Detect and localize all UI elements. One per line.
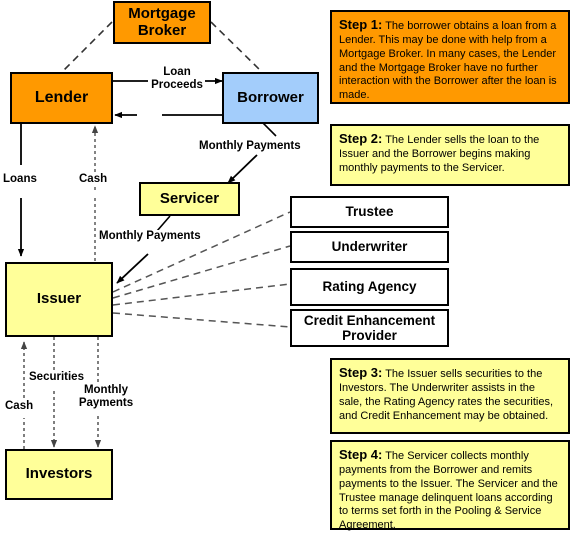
node-trustee[interactable]: Trustee bbox=[290, 196, 449, 228]
connector-issuer-rating-agency bbox=[112, 283, 291, 306]
edge-label-monthly-payments-investors-line2: Payments bbox=[78, 396, 134, 409]
callout-step-3-label: Step 3: bbox=[339, 365, 383, 380]
connector-issuer-credit-enhancement bbox=[112, 312, 291, 328]
callout-step-1-body: The borrower obtains a loan from a Lende… bbox=[339, 20, 557, 102]
callout-step-2: Step 2: The Lender sells the loan to the… bbox=[330, 124, 570, 186]
callout-step-4: Step 4: The Servicer collects monthly pa… bbox=[330, 440, 570, 532]
node-mortgage-broker[interactable]: Mortgage Broker bbox=[113, 1, 211, 44]
callout-step-4-body: The Servicer collects monthly payments f… bbox=[339, 450, 558, 532]
node-lender-label: Lender bbox=[34, 89, 89, 107]
edge-label-cash-investors-line1: Cash bbox=[5, 400, 34, 412]
edge-label-cash-investors: Cash bbox=[5, 400, 34, 413]
edge-label-loan-proceeds-line2: Proceeds bbox=[151, 78, 203, 91]
node-servicer-label: Servicer bbox=[159, 189, 220, 207]
edge-label-securities-line1: Securities bbox=[29, 371, 84, 383]
callout-step-1-label: Step 1: bbox=[339, 17, 383, 32]
node-rating-agency[interactable]: Rating Agency bbox=[290, 268, 449, 306]
edge-label-monthly-payments-borrower: Monthly Payments bbox=[199, 140, 301, 153]
securitization-diagram: Mortgage Broker Lender Borrower Servicer… bbox=[0, 0, 577, 531]
connector-servicer-issuer bbox=[116, 215, 171, 284]
connector-broker-borrower bbox=[210, 21, 263, 73]
callout-step-2-label: Step 2: bbox=[339, 131, 383, 146]
node-investors[interactable]: Investors bbox=[5, 449, 113, 500]
connector-issuer-trustee bbox=[112, 211, 291, 293]
edge-label-cash-lender: Cash bbox=[79, 173, 108, 186]
edge-label-loans-line1: Loans bbox=[3, 173, 37, 185]
edge-label-loan-proceeds: Loan Proceeds bbox=[150, 66, 204, 92]
node-trustee-label: Trustee bbox=[345, 204, 394, 220]
connector-issuer-underwriter bbox=[112, 245, 291, 299]
callout-step-4-label: Step 4: bbox=[339, 447, 383, 462]
node-underwriter-label: Underwriter bbox=[331, 239, 408, 255]
node-credit-enhancement-provider-label: Credit Enhancement Provider bbox=[303, 312, 436, 343]
node-issuer-label: Issuer bbox=[36, 290, 82, 308]
edge-label-securities: Securities bbox=[29, 371, 84, 384]
node-credit-enhancement-provider[interactable]: Credit Enhancement Provider bbox=[290, 309, 449, 347]
node-borrower-label: Borrower bbox=[237, 88, 304, 106]
node-issuer[interactable]: Issuer bbox=[5, 262, 113, 337]
node-borrower[interactable]: Borrower bbox=[222, 72, 319, 124]
edge-label-monthly-payments-borrower-line1: Monthly Payments bbox=[199, 140, 301, 152]
node-lender[interactable]: Lender bbox=[10, 72, 113, 124]
edge-label-monthly-payments-servicer-line1: Monthly Payments bbox=[99, 230, 201, 242]
node-investors-label: Investors bbox=[25, 465, 93, 483]
edge-label-monthly-payments-investors: Monthly Payments bbox=[75, 384, 137, 410]
edge-label-cash-lender-line1: Cash bbox=[79, 173, 108, 185]
node-rating-agency-label: Rating Agency bbox=[322, 279, 417, 295]
node-servicer[interactable]: Servicer bbox=[139, 182, 240, 216]
edge-label-monthly-payments-servicer: Monthly Payments bbox=[99, 230, 201, 243]
node-underwriter[interactable]: Underwriter bbox=[290, 231, 449, 263]
node-mortgage-broker-label: Mortgage Broker bbox=[128, 4, 196, 39]
callout-step-3: Step 3: The Issuer sells securities to t… bbox=[330, 358, 570, 434]
edge-label-loan-proceeds-line1: Loan bbox=[163, 66, 191, 78]
callout-step-1: Step 1: The borrower obtains a loan from… bbox=[330, 10, 570, 104]
edge-label-loans: Loans bbox=[3, 173, 37, 186]
connector-broker-lender bbox=[61, 21, 113, 73]
edge-label-monthly-payments-investors-line1: Monthly bbox=[83, 384, 129, 396]
